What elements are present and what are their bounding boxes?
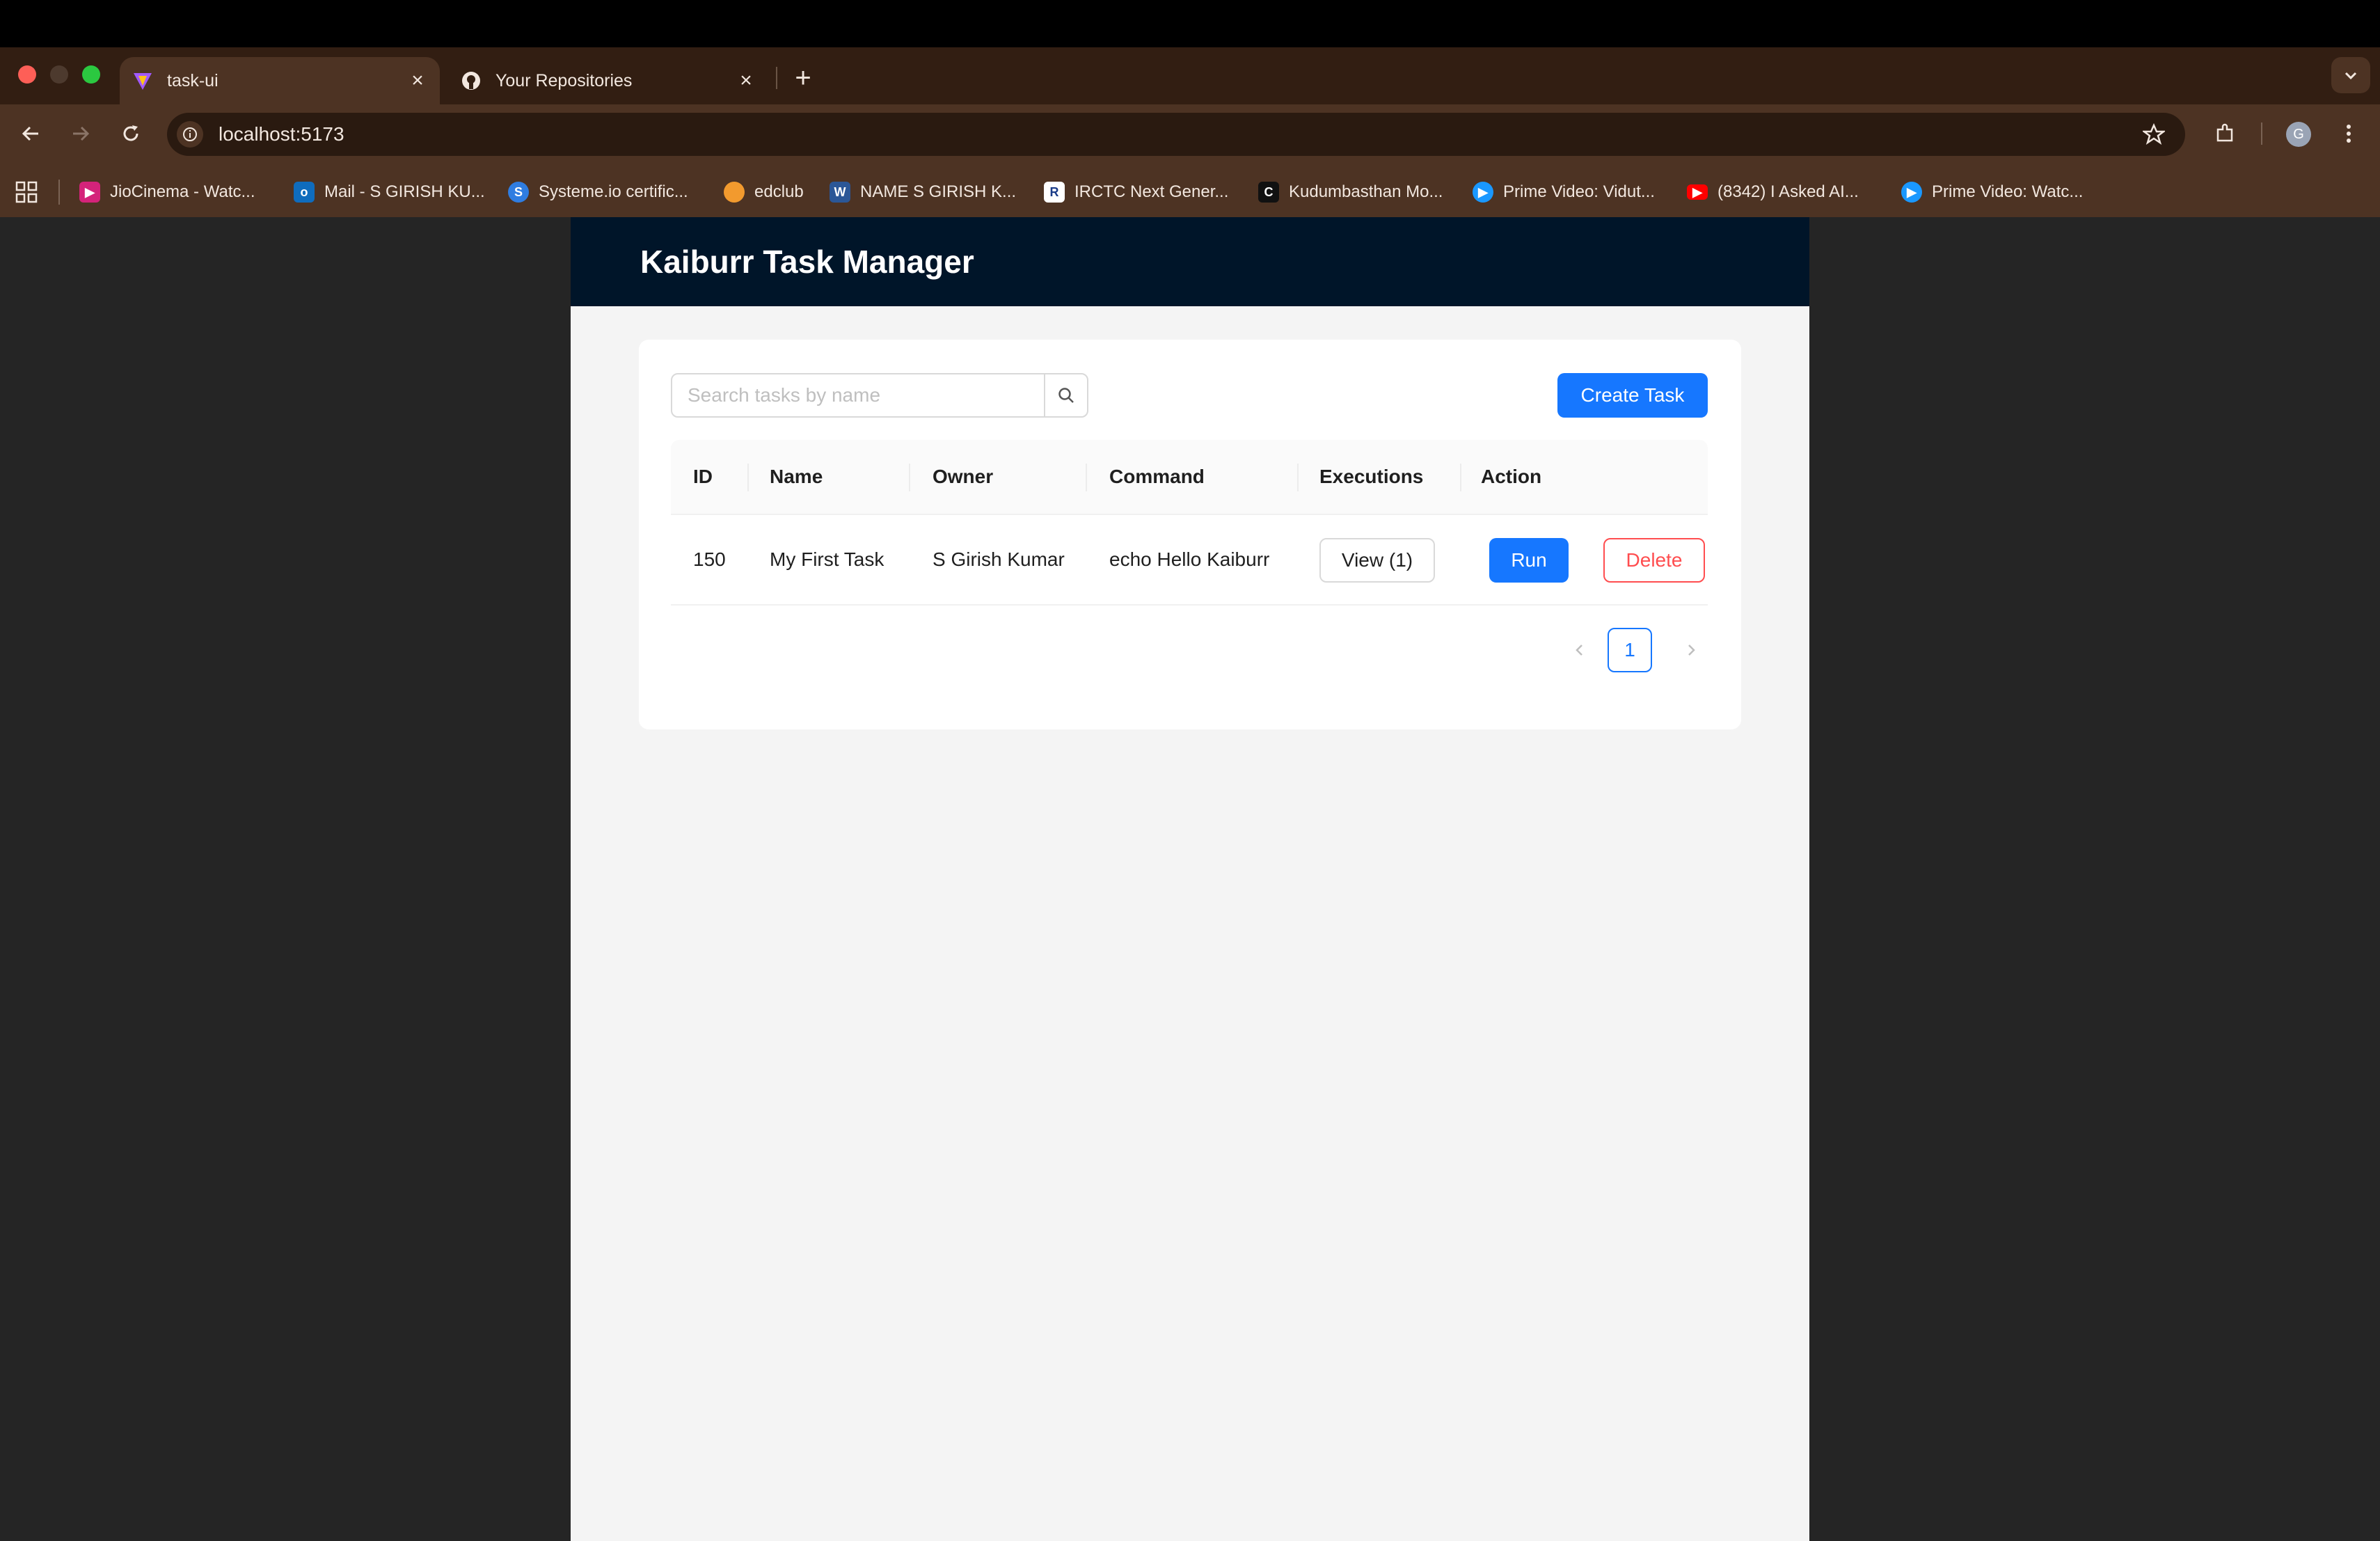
github-icon [459,69,483,93]
tab-search-button[interactable] [2331,57,2370,93]
screen-top-bar [0,0,2380,47]
column-divider [1297,464,1299,491]
chevron-right-icon [1688,645,1695,656]
forward-arrow-icon [73,126,90,141]
bookmark-prime-video-2[interactable]: ▶ Prime Video: Watc... [1901,177,2083,207]
profile-avatar[interactable]: G [2286,122,2311,147]
page-title: Kaiburr Task Manager [640,244,974,280]
site-info-icon[interactable] [177,121,203,148]
create-task-button[interactable]: Create Task [1557,373,1708,418]
window-close-button[interactable] [18,65,36,84]
bookmark-kudumbasthan[interactable]: C Kudumbasthan Mo... [1258,177,1443,207]
prime-video-icon: ▶ [1473,182,1493,203]
bookmark-label: Prime Video: Watc... [1932,182,2084,201]
run-button[interactable]: Run [1489,538,1569,583]
bookmark-label: JioCinema - Watc... [110,182,255,201]
reload-button[interactable] [116,118,146,149]
bookmark-label: edclub [754,182,804,201]
search-box [671,373,1088,418]
bookmark-label: NAME S GIRISH K... [860,182,1017,201]
chevron-left-icon [1576,645,1582,656]
search-icon [1058,388,1074,403]
pagination-prev-button[interactable] [1559,628,1601,672]
cell-command: echo Hello Kaiburr [1109,548,1270,570]
column-divider [909,464,910,491]
vite-icon [131,69,154,93]
outlook-icon: o [294,182,315,203]
bookmark-star-icon[interactable] [2141,121,2167,148]
back-button[interactable] [15,118,46,149]
column-divider [1086,464,1087,491]
reload-icon [123,125,138,141]
pagination-page-current[interactable]: 1 [1608,628,1652,672]
search-button[interactable] [1044,374,1087,416]
extensions-icon[interactable] [2210,118,2240,149]
bookmarks-separator [58,180,60,205]
bookmark-label: Prime Video: Vidut... [1503,182,1655,201]
bookmark-youtube[interactable]: ▶ (8342) I Asked AI... [1687,177,1859,207]
column-header-name: Name [770,466,823,487]
apps-grid-icon[interactable] [15,181,38,203]
bookmark-systeme[interactable]: S Systeme.io certific... [508,177,688,207]
tab-your-repositories[interactable]: Your Repositories × [448,57,768,104]
cell-owner: S Girish Kumar [933,548,1065,570]
cell-name: My First Task [770,548,884,570]
tab-separator [776,67,777,89]
bookmark-name-doc[interactable]: W NAME S GIRISH K... [830,177,1016,207]
youtube-icon: ▶ [1687,184,1708,200]
tab-title: Your Repositories [495,70,633,90]
table-row: 150 My First Task S Girish Kumar echo He… [671,515,1708,606]
menu-kebab-icon[interactable] [2333,118,2364,149]
app-header: Kaiburr Task Manager [571,217,1809,306]
bookmark-label: Mail - S GIRISH KU... [324,182,485,201]
tab-task-ui[interactable]: task-ui × [120,57,440,104]
pagination-next-button[interactable] [1670,628,1712,672]
bookmark-prime-video-1[interactable]: ▶ Prime Video: Vidut... [1473,177,1655,207]
forward-button[interactable] [65,118,96,149]
view-executions-button[interactable]: View (1) [1319,538,1435,583]
prime-video-icon: ▶ [1901,182,1922,203]
window-maximize-button[interactable] [82,65,100,84]
column-header-command: Command [1109,466,1205,487]
bookmark-jiocinema[interactable]: ▶ JioCinema - Watc... [79,177,255,207]
search-input[interactable] [672,374,1045,416]
tab-title: task-ui [167,70,219,90]
column-divider [747,464,749,491]
column-header-action: Action [1481,466,1542,487]
new-tab-icon[interactable]: + [786,61,820,95]
irctc-icon: R [1044,182,1065,203]
bookmark-irctc[interactable]: R IRCTC Next Gener... [1044,177,1228,207]
tab-close-icon[interactable]: × [404,67,431,95]
back-arrow-icon [22,126,38,141]
jiocinema-icon: ▶ [79,182,100,203]
bookmark-label: Kudumbasthan Mo... [1289,182,1443,201]
bookmark-mail[interactable]: o Mail - S GIRISH KU... [294,177,485,207]
bookmark-edclub[interactable]: edclub [724,177,804,207]
cell-id: 150 [693,548,726,570]
chevron-down-icon [2345,72,2357,80]
word-icon: W [830,182,850,203]
tasks-card: Create Task ID Name Owner Command Execut… [639,340,1741,729]
kudumbasthan-icon: C [1258,182,1279,203]
app-page: Kaiburr Task Manager Create Task ID Name… [571,217,1809,1541]
column-header-id: ID [693,466,713,487]
url-text[interactable]: localhost:5173 [219,113,344,156]
tab-close-icon[interactable]: × [732,67,760,95]
column-divider [1460,464,1461,491]
bookmark-label: (8342) I Asked AI... [1717,182,1859,201]
systeme-icon: S [508,182,529,203]
bookmark-label: IRCTC Next Gener... [1074,182,1229,201]
address-bar[interactable]: localhost:5173 [167,113,2185,156]
column-header-owner: Owner [933,466,994,487]
table-header: ID Name Owner Command Executions Action [671,440,1708,515]
edclub-icon [724,182,745,203]
column-header-executions: Executions [1319,466,1424,487]
delete-button[interactable]: Delete [1603,538,1705,583]
toolbar-separator [2261,123,2262,145]
bookmark-label: Systeme.io certific... [539,182,688,201]
window-minimize-button[interactable] [50,65,68,84]
